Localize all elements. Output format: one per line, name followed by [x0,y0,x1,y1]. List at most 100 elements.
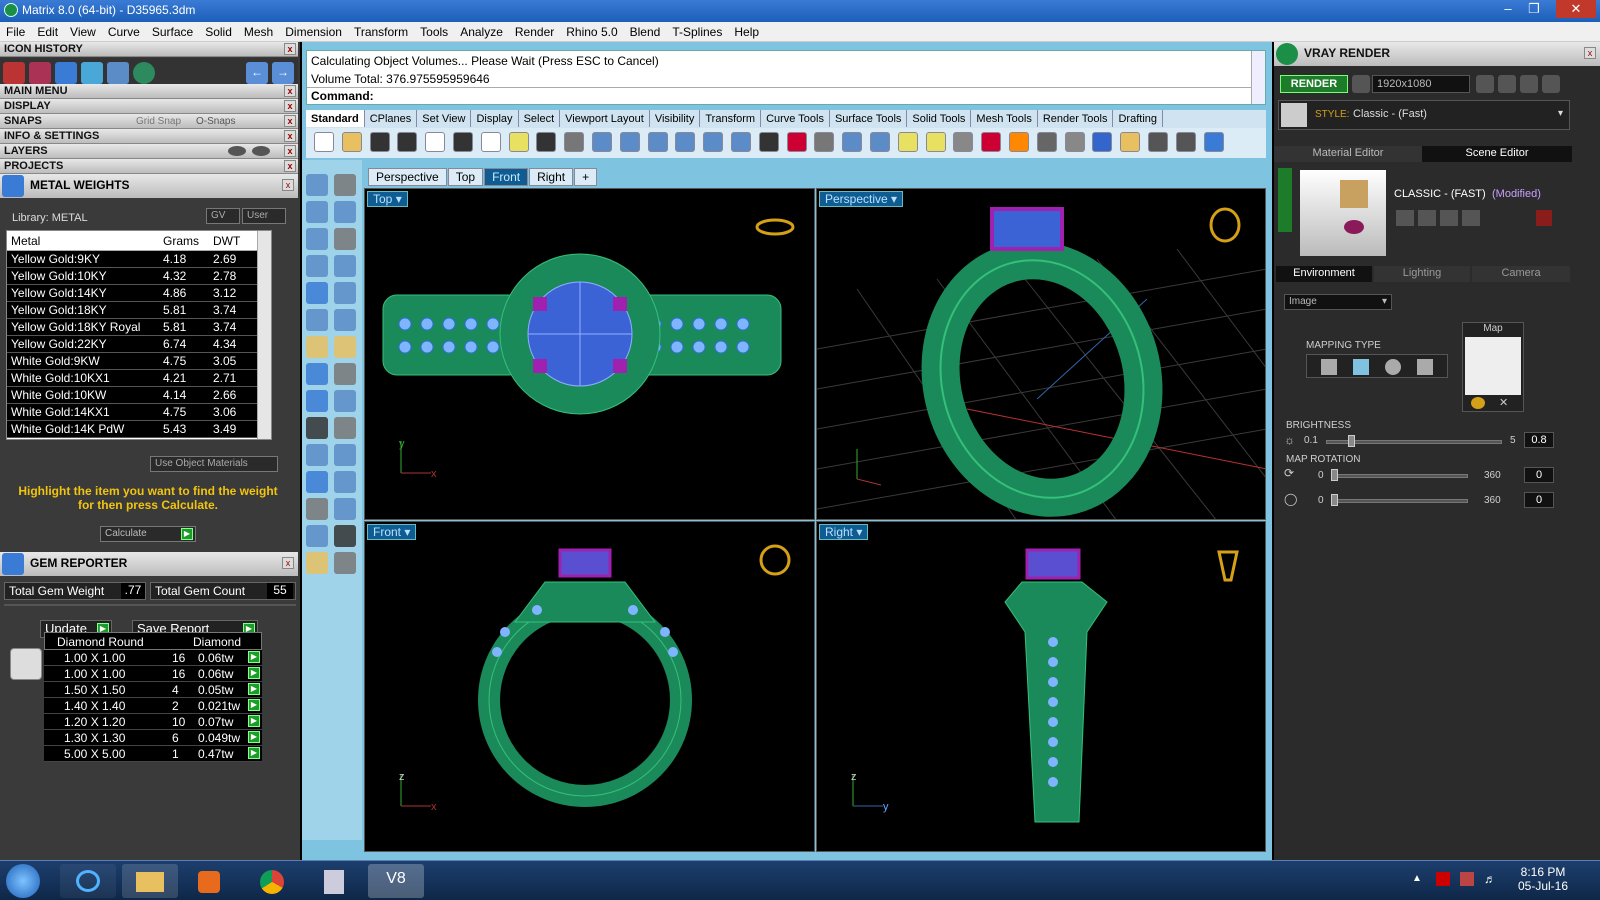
tab-solid-tools[interactable]: Solid Tools [907,110,972,127]
table-row[interactable]: Yellow Gold:18KY 5.81 3.74 [7,302,271,319]
align-icon[interactable] [306,417,328,439]
car-icon[interactable] [786,132,807,152]
menu-edit[interactable]: Edit [31,22,64,42]
brightness-value[interactable]: 0.8 [1524,432,1554,448]
color-icon[interactable] [1471,397,1485,409]
close-icon[interactable]: x [282,557,294,569]
viewport-front[interactable]: Front ▾ z x [364,521,815,852]
analyze-icon[interactable] [334,552,356,574]
boolean-icon[interactable] [334,390,356,412]
sphere-icon[interactable] [1009,132,1029,152]
table-row[interactable]: Yellow Gold:22KY 6.74 4.34 [7,336,271,353]
viewport-right[interactable]: Right ▾ z y [816,521,1266,852]
cut-icon[interactable] [425,132,446,152]
tab-right[interactable]: Right [529,168,574,186]
star-icon[interactable] [306,390,328,412]
eye-icon[interactable] [252,146,270,156]
table-row[interactable]: Yellow Gold:10KY 4.32 2.78 [7,268,271,285]
box-icon[interactable] [306,336,328,358]
calculator-icon[interactable] [306,864,362,898]
close-button[interactable]: ✕ [1556,0,1596,18]
menu-analyze[interactable]: Analyze [454,22,509,42]
color-wheel-icon[interactable] [981,132,1002,152]
start-button[interactable] [6,864,40,898]
grid-snap-toggle[interactable]: Grid Snap [136,114,181,129]
mapping-sphere-icon[interactable] [1385,359,1401,375]
play-icon[interactable]: ▶ [248,747,260,759]
shield-icon[interactable] [953,132,974,152]
close-icon[interactable]: x [284,130,296,142]
col-dwt[interactable]: DWT [213,234,263,248]
rewind-icon[interactable] [1476,75,1494,93]
rotation-h-knob[interactable] [1331,469,1338,481]
menu-mesh[interactable]: Mesh [238,22,279,42]
triangle-icon[interactable] [306,255,328,277]
tab-select[interactable]: Select [519,110,561,127]
command-scrollbar[interactable] [1251,51,1265,104]
viewport-top[interactable]: Top ▾ y x [364,188,815,520]
settings-icon[interactable] [1175,132,1196,152]
cylinder-icon[interactable] [306,363,328,385]
table-row[interactable]: 5.00 X 5.00 1 0.47tw ▶ [44,746,262,762]
play-icon[interactable]: ▶ [248,683,260,695]
undo-icon[interactable] [536,132,557,152]
close-icon[interactable]: x [284,160,296,172]
circle-icon[interactable] [842,132,863,152]
tab-surface-tools[interactable]: Surface Tools [830,110,908,127]
menu-render[interactable]: Render [509,22,560,42]
tab-standard[interactable]: Standard [306,110,365,127]
col-grams[interactable]: Grams [163,234,213,248]
camera-icon[interactable] [1352,75,1370,93]
menu-help[interactable]: Help [728,22,765,42]
tab-cplanes[interactable]: CPlanes [365,110,418,127]
ie-icon[interactable] [60,864,116,898]
paint-icon[interactable] [1092,132,1113,152]
flag-icon[interactable] [1436,872,1450,886]
globe-icon[interactable] [133,62,155,84]
mapping-screen-icon[interactable] [1417,359,1433,375]
minimize-button[interactable]: – [1495,0,1521,18]
history-tool-icon[interactable] [29,62,51,84]
layout-icon[interactable] [1148,132,1168,152]
close-icon[interactable]: x [284,43,296,55]
text-tool-icon[interactable] [306,498,328,520]
copy-icon[interactable] [453,132,473,152]
mirror-icon[interactable] [334,417,356,439]
gem-reporter-header[interactable]: GEM REPORTER x [0,552,298,576]
menu-rhino[interactable]: Rhino 5.0 [560,22,623,42]
tab-set-view[interactable]: Set View [417,110,472,127]
table-row[interactable]: 1.40 X 1.40 2 0.021tw ▶ [44,698,262,714]
export-preset-icon[interactable] [1440,210,1458,226]
arc-icon[interactable] [306,282,328,304]
circle-tool-icon[interactable] [306,228,328,250]
gear-icon[interactable] [1120,132,1141,152]
help-icon[interactable] [1203,132,1224,152]
viewport-perspective[interactable]: Perspective ▾ [816,188,1266,520]
brightness-knob[interactable] [1348,435,1356,447]
add-tab-button[interactable]: + [574,168,598,186]
list-icon[interactable] [1520,75,1538,93]
menu-view[interactable]: View [64,22,102,42]
resolution-select[interactable]: 1920x1080 [1372,75,1470,93]
table-row[interactable]: 1.30 X 1.30 6 0.049tw ▶ [44,730,262,746]
load-preset-icon[interactable] [1418,210,1436,226]
close-icon[interactable]: x [284,85,296,97]
rotation-h-slider[interactable] [1334,474,1468,478]
clock[interactable]: 8:16 PM 05-Jul-16 [1508,865,1578,893]
tab-camera[interactable]: Camera [1472,266,1570,282]
calculate-button[interactable]: Calculate ▶ [100,526,196,542]
tab-mesh-tools[interactable]: Mesh Tools [971,110,1038,127]
mapping-cube-icon[interactable] [1353,359,1369,375]
check-icon[interactable] [306,552,328,574]
display-header[interactable]: DISPLAY x [0,99,298,114]
table-row[interactable]: White Gold:9KW 4.75 3.05 [7,353,271,370]
surface-icon[interactable] [334,363,356,385]
user-toggle[interactable]: User [242,208,286,224]
chrome-icon[interactable] [244,864,300,898]
menu-tools[interactable]: Tools [414,22,454,42]
tray-expand-icon[interactable]: ▲ [1412,873,1424,885]
table-row[interactable]: White Gold:14K PdW 5.43 3.49 [7,421,271,438]
helix-icon[interactable] [334,471,356,493]
metal-table-scrollbar[interactable] [257,231,271,439]
ellipse-icon[interactable] [334,228,356,250]
